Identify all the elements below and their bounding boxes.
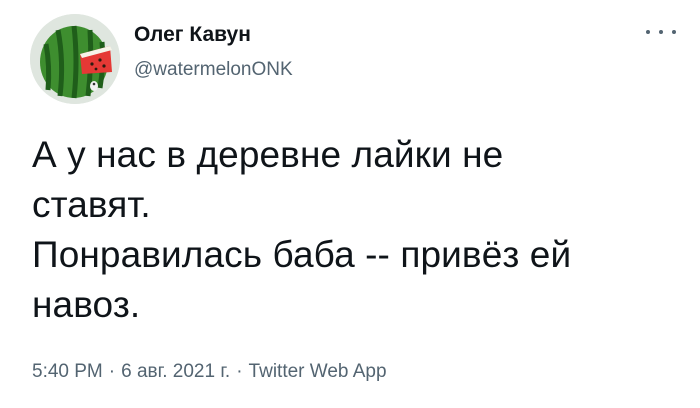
separator: · <box>236 361 243 382</box>
separator: · <box>108 361 116 382</box>
user-handle[interactable]: @watermelonONK <box>134 58 293 82</box>
author-block: Олег Кавун @watermelonONK <box>134 22 293 82</box>
dot <box>672 30 676 34</box>
tweet-meta: 5:40 PM · 6 авг. 2021 г. · Twitter Web App <box>32 360 387 384</box>
tweet-card: Олег Кавун @watermelonONK А у нас в дере… <box>0 0 700 408</box>
watermelon-avatar-icon[interactable] <box>30 14 120 104</box>
tweet-line: А у нас в деревне лайки не <box>32 134 504 175</box>
tweet-text: А у нас в деревне лайки не ставят. Понра… <box>32 130 672 330</box>
tweet-line: Понравилась баба -- привёз ей <box>32 234 572 275</box>
tweet-source[interactable]: Twitter Web App <box>249 361 387 382</box>
tweet-line: ставят. <box>32 184 151 225</box>
dot <box>646 30 650 34</box>
tweet-time[interactable]: 5:40 PM <box>32 361 103 382</box>
more-dots-icon[interactable] <box>646 24 676 40</box>
tweet-date[interactable]: 6 авг. 2021 г. <box>121 361 230 382</box>
dot <box>659 30 663 34</box>
display-name[interactable]: Олег Кавун <box>134 22 293 48</box>
tweet-line: навоз. <box>32 284 141 325</box>
